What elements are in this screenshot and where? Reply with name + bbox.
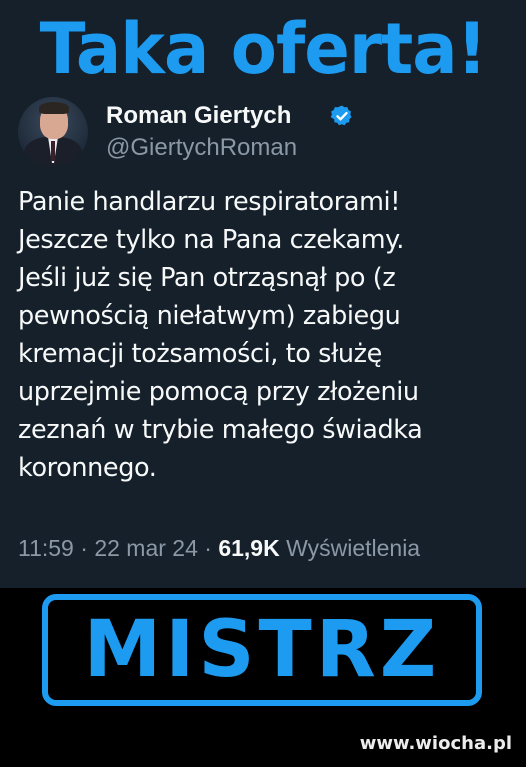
tweet-text-line: Jeszcze tylko na Pana czekamy. — [18, 225, 404, 255]
tweet-date[interactable]: 22 mar 24 — [94, 535, 198, 561]
tweet-meta: 11:59 · 22 mar 24 · 61,9K Wyświetlenia — [18, 535, 420, 562]
tweet-time[interactable]: 11:59 — [18, 535, 74, 561]
tweet-text-line: uprzejmie pomocą przy złożeniu — [18, 377, 419, 407]
verified-badge-icon — [330, 105, 352, 126]
handle[interactable]: @GiertychRoman — [106, 134, 297, 162]
tweet-text-line: pewnością niełatwym) zabiegu — [18, 301, 401, 331]
badge-label: MISTRZ — [83, 605, 441, 695]
avatar[interactable] — [18, 97, 88, 167]
meta-separator: · — [73, 535, 95, 561]
avatar-hair — [39, 102, 69, 114]
views-count: 61,9K — [218, 535, 280, 561]
tweet-text-line: Jeśli już się Pan otrząsnął po (z — [18, 263, 396, 293]
tweet-text-line: Panie handlarzu respiratorami! — [18, 187, 401, 217]
views-label: Wyświetlenia — [279, 535, 421, 561]
tweet-text-line: kremacji tożsamości, to służę — [18, 339, 382, 369]
tweet-text: Panie handlarzu respiratorami! Jeszcze t… — [18, 183, 518, 487]
watermark: www.wiocha.pl — [359, 733, 512, 754]
avatar-tie — [51, 141, 55, 161]
tweet-text-line: koronnego. — [18, 453, 157, 483]
meta-separator: · — [197, 535, 219, 561]
tweet-text-line: zeznań w trybie małego świadka — [18, 415, 423, 445]
tweet-panel: Taka oferta! Roman Giertych @GiertychRom… — [0, 0, 526, 588]
display-name[interactable]: Roman Giertych — [106, 102, 291, 130]
mistrz-badge: MISTRZ — [42, 594, 482, 706]
headline: Taka oferta! — [39, 8, 488, 90]
